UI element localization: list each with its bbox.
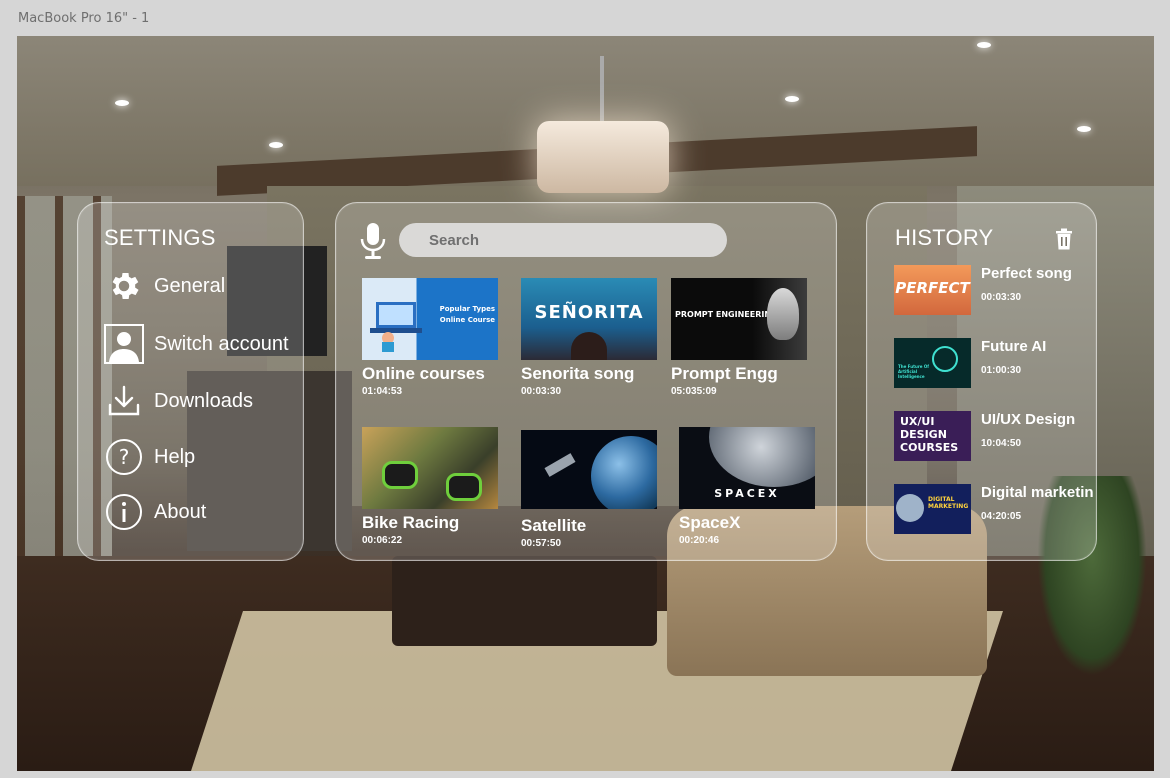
settings-title: SETTINGS (104, 225, 216, 250)
earth-graphic (591, 436, 657, 509)
settings-item-downloads[interactable]: Downloads (104, 381, 253, 421)
settings-item-label: Help (154, 445, 196, 468)
room-ottoman (392, 556, 657, 646)
laptop-illustration (370, 302, 422, 352)
settings-item-general[interactable]: General (104, 266, 225, 306)
help-icon: ? (104, 437, 144, 477)
history-item-digital-marketing[interactable]: DIGITAL MARKETING Digital marketin 04:20… (894, 484, 1094, 536)
settings-item-switch-account[interactable]: Switch account (104, 324, 289, 364)
history-duration: 04:20:05 (981, 511, 1022, 522)
app-canvas: SETTINGS General Switch account Download… (17, 36, 1154, 771)
satellite-graphic (544, 453, 576, 477)
settings-panel: SETTINGS General Switch account Download… (77, 202, 304, 561)
settings-item-help[interactable]: ? Help (104, 437, 195, 477)
history-duration: 10:04:50 (981, 438, 1022, 449)
video-title: SpaceX (679, 513, 741, 532)
history-thumbnail: PERFECT (894, 265, 971, 315)
video-title: Senorita song (521, 364, 635, 383)
history-item-future-ai[interactable]: The Future Of Artificial Intelligence Fu… (894, 338, 1094, 390)
history-thumbnail: UX/UI DESIGN COURSES (894, 411, 971, 461)
bike-rider (382, 461, 418, 489)
settings-item-label: Downloads (154, 389, 253, 412)
video-thumbnail (521, 430, 657, 509)
history-duration: 00:03:30 (981, 292, 1022, 303)
video-card-spacex[interactable]: SPACEX SpaceX 00:20:46 (679, 427, 815, 546)
thumbnail-text: UX/UI DESIGN COURSES (900, 415, 959, 454)
video-card-prompt-engg[interactable]: PROMPT ENGINEERING Prompt Engg 05:035:09 (671, 278, 807, 397)
download-icon (104, 381, 144, 421)
couple-silhouette (571, 332, 607, 360)
history-title: HISTORY (895, 225, 994, 250)
history-thumbnail: DIGITAL MARKETING (894, 484, 971, 534)
video-card-bike-racing[interactable]: Bike Racing 00:06:22 (362, 427, 498, 546)
video-card-senorita[interactable]: SEÑORITA Senorita song 00:03:30 (521, 278, 657, 397)
video-title: Satellite (521, 516, 587, 535)
video-duration: 00:57:50 (521, 538, 562, 549)
robot-head (767, 288, 799, 340)
ceiling-lamp (537, 121, 669, 193)
info-icon (104, 492, 144, 532)
settings-item-label: General (154, 274, 226, 297)
video-thumbnail: SPACEX (679, 427, 815, 509)
ceiling-spotlight (115, 100, 129, 106)
frame-label: MacBook Pro 16" - 1 (18, 11, 150, 26)
history-title-text: Digital marketin (981, 484, 1094, 501)
ceiling-spotlight (269, 142, 283, 148)
history-panel: HISTORY PERFECT Perfect song 00:03:30 Th… (866, 202, 1097, 561)
video-duration: 01:04:53 (362, 386, 403, 397)
thumbnail-text: PERFECT (895, 279, 970, 297)
thumbnail-text: Popular Types Online Course (439, 305, 495, 324)
history-thumbnail: The Future Of Artificial Intelligence (894, 338, 971, 388)
history-item-perfect-song[interactable]: PERFECT Perfect song 00:03:30 (894, 265, 1094, 317)
video-title: Online courses (362, 364, 485, 383)
user-account-icon (104, 324, 144, 364)
svg-text:?: ? (119, 445, 130, 469)
ceiling-spotlight (1077, 126, 1091, 132)
video-duration: 00:06:22 (362, 535, 403, 546)
ceiling-spotlight (785, 96, 799, 102)
content-panel: Popular Types Online Course Online cours… (335, 202, 837, 561)
globe-graphic (896, 494, 924, 522)
gear-icon (104, 266, 144, 306)
thumbnail-text: The Future Of Artificial Intelligence (898, 364, 930, 379)
search-input[interactable] (399, 223, 727, 257)
video-title: Bike Racing (362, 513, 460, 532)
video-title: Prompt Engg (671, 364, 778, 383)
thumbnail-text: SEÑORITA (534, 302, 644, 323)
thumbnail-text: PROMPT ENGINEERING (675, 310, 778, 319)
video-duration: 05:035:09 (671, 386, 717, 397)
video-duration: 00:20:46 (679, 535, 720, 546)
history-title-text: Future AI (981, 338, 1047, 355)
video-thumbnail: Popular Types Online Course (362, 278, 498, 360)
history-item-uiux-design[interactable]: UX/UI DESIGN COURSES UI/UX Design 10:04:… (894, 411, 1094, 463)
history-title-text: UI/UX Design (981, 411, 1076, 428)
settings-item-label: About (154, 500, 207, 523)
microphone-icon[interactable] (358, 221, 388, 261)
history-title-text: Perfect song (981, 265, 1072, 282)
video-duration: 00:03:30 (521, 386, 562, 397)
trash-icon[interactable] (1055, 228, 1073, 250)
settings-item-label: Switch account (154, 332, 289, 355)
video-thumbnail (362, 427, 498, 509)
thumbnail-text: SPACEX (714, 487, 780, 500)
video-card-online-courses[interactable]: Popular Types Online Course Online cours… (362, 278, 498, 397)
settings-item-about[interactable]: About (104, 492, 206, 532)
ceiling-spotlight (977, 42, 991, 48)
video-card-satellite[interactable]: Satellite 00:57:50 (521, 430, 657, 549)
video-thumbnail: PROMPT ENGINEERING (671, 278, 807, 360)
bike-rider (446, 473, 482, 501)
video-thumbnail: SEÑORITA (521, 278, 657, 360)
history-duration: 01:00:30 (981, 365, 1022, 376)
lamp-rod (600, 56, 604, 126)
planet-graphic (709, 427, 815, 487)
thumbnail-text: DIGITAL MARKETING (928, 496, 969, 510)
